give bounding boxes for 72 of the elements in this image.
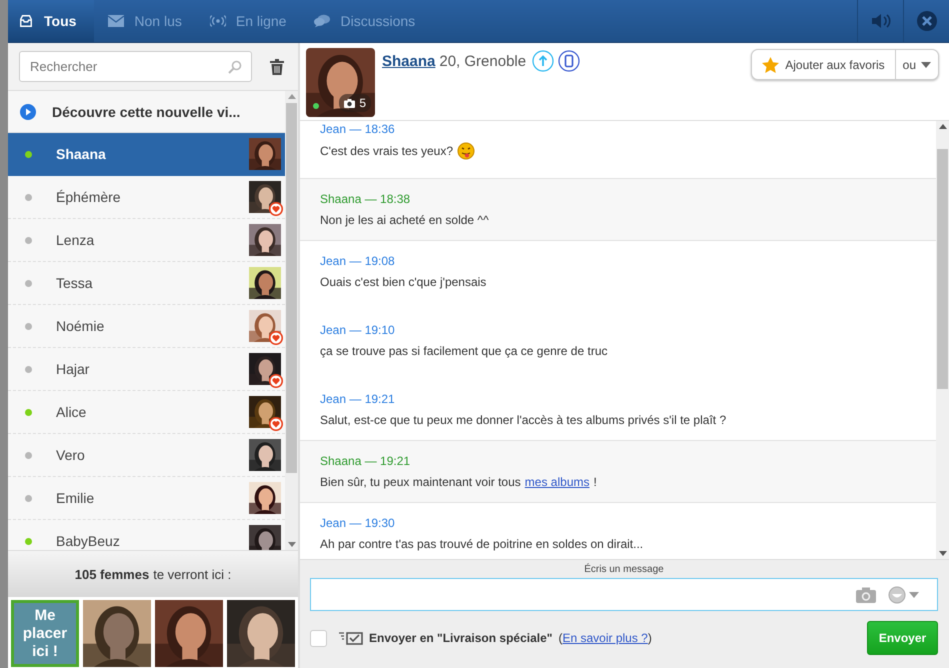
parenthesis: ( bbox=[558, 631, 562, 645]
scrollbar[interactable] bbox=[285, 91, 298, 550]
message-text: ça se trouve pas si facilement que ça ce genre de truc bbox=[320, 343, 608, 359]
compose-caption: Écris un message bbox=[583, 562, 665, 577]
contact-name: BabyBeuz bbox=[56, 533, 121, 549]
close-icon bbox=[916, 10, 938, 32]
contact-item[interactable]: Emilie bbox=[8, 477, 285, 520]
message-input[interactable] bbox=[310, 578, 938, 611]
message-text: Ouais c'est bien c'que j'pensais bbox=[320, 274, 486, 290]
tab[interactable]: Tous bbox=[8, 0, 94, 42]
message-text: ! bbox=[593, 474, 597, 490]
contact-item[interactable]: Hajar bbox=[8, 348, 285, 391]
message-author: Jean — 19:21 bbox=[320, 392, 396, 406]
list-check-icon bbox=[339, 631, 363, 645]
scroll-up-icon[interactable] bbox=[938, 124, 946, 129]
special-delivery-label: Envoyer en "Livraison spéciale" bbox=[369, 631, 552, 645]
profile-name-link[interactable]: Shaana bbox=[382, 52, 436, 70]
contact-item[interactable]: Éphémère bbox=[8, 176, 285, 219]
message-text: C'est des vrais tes yeux? bbox=[320, 143, 454, 159]
contact-item[interactable]: Vero bbox=[8, 434, 285, 477]
contact-name: Emilie bbox=[56, 490, 96, 506]
special-delivery-checkbox[interactable] bbox=[310, 630, 327, 646]
envelope-icon bbox=[108, 14, 124, 28]
visibility-text: 105 femmes te verront ici : bbox=[8, 550, 298, 597]
contact-name: Shaana bbox=[56, 146, 107, 162]
phone-icon[interactable] bbox=[558, 50, 580, 72]
learn-more-link[interactable]: En savoir plus ? bbox=[562, 631, 648, 645]
message-author: Jean — 18:36 bbox=[320, 122, 396, 136]
contact-name: Tessa bbox=[56, 275, 94, 291]
broadcast-icon bbox=[210, 14, 226, 28]
albums-link[interactable]: mes albums bbox=[524, 474, 590, 490]
search-field[interactable]: Rechercher bbox=[19, 51, 252, 82]
contact-name: Noémie bbox=[56, 318, 106, 334]
place-me-button[interactable]: Me placer ici ! bbox=[11, 600, 79, 667]
contact-name: Éphémère bbox=[56, 189, 122, 205]
emoji-dropdown-icon[interactable] bbox=[888, 586, 920, 604]
play-icon bbox=[20, 104, 36, 120]
message-text: Ah par contre t'as pas trouvé de poitrine en soldes on dirait... bbox=[320, 536, 644, 552]
message-text: Bien sûr, tu peux maintenant voir tous bbox=[320, 474, 521, 490]
message-author: Jean — 19:30 bbox=[320, 516, 396, 530]
caret-icon bbox=[921, 62, 931, 68]
photo-count-number: 5 bbox=[359, 96, 366, 110]
contact-item[interactable]: Tessa bbox=[8, 262, 285, 305]
message-text: Salut, est-ce que tu peux me donner l'accès à tes albums privés s'il te plaît ? bbox=[320, 412, 726, 428]
or-dropdown[interactable]: ou bbox=[896, 50, 938, 79]
contact-item[interactable]: Alice bbox=[8, 391, 285, 434]
message-text: Non je les ai acheté en solde ^^ bbox=[320, 212, 489, 228]
contact-name: Hajar bbox=[56, 361, 90, 377]
message-author: Jean — 19:10 bbox=[320, 323, 396, 337]
chat-bubbles-icon bbox=[314, 14, 330, 28]
contact-name: Vero bbox=[56, 447, 86, 463]
search-icon bbox=[228, 60, 242, 74]
parenthesis: ) bbox=[648, 631, 652, 645]
profile-details: 20, Grenoble bbox=[439, 52, 526, 70]
contact-name: Lenza bbox=[56, 232, 96, 248]
contact-item[interactable]: Lenza bbox=[8, 219, 285, 262]
contact-item[interactable]: Shaana bbox=[8, 133, 285, 176]
scroll-down-icon[interactable] bbox=[288, 542, 296, 547]
scrollbar[interactable] bbox=[936, 121, 949, 559]
message-author: Shaana — 19:21 bbox=[320, 454, 412, 468]
contact-name: Alice bbox=[56, 404, 88, 420]
star-icon bbox=[762, 56, 780, 72]
message-author: Jean — 19:08 bbox=[320, 254, 396, 268]
inbox-icon bbox=[18, 14, 34, 28]
contact-item[interactable]: Noémie bbox=[8, 305, 285, 348]
scroll-down-icon[interactable] bbox=[938, 551, 946, 556]
speaker-icon bbox=[870, 13, 890, 29]
photo-count[interactable]: 5 bbox=[339, 94, 371, 112]
camera-icon[interactable] bbox=[856, 587, 876, 603]
camera-icon bbox=[344, 98, 356, 108]
message-author: Shaana — 18:38 bbox=[320, 192, 412, 206]
add-favorite-button[interactable]: Ajouter aux favoris bbox=[752, 50, 896, 79]
